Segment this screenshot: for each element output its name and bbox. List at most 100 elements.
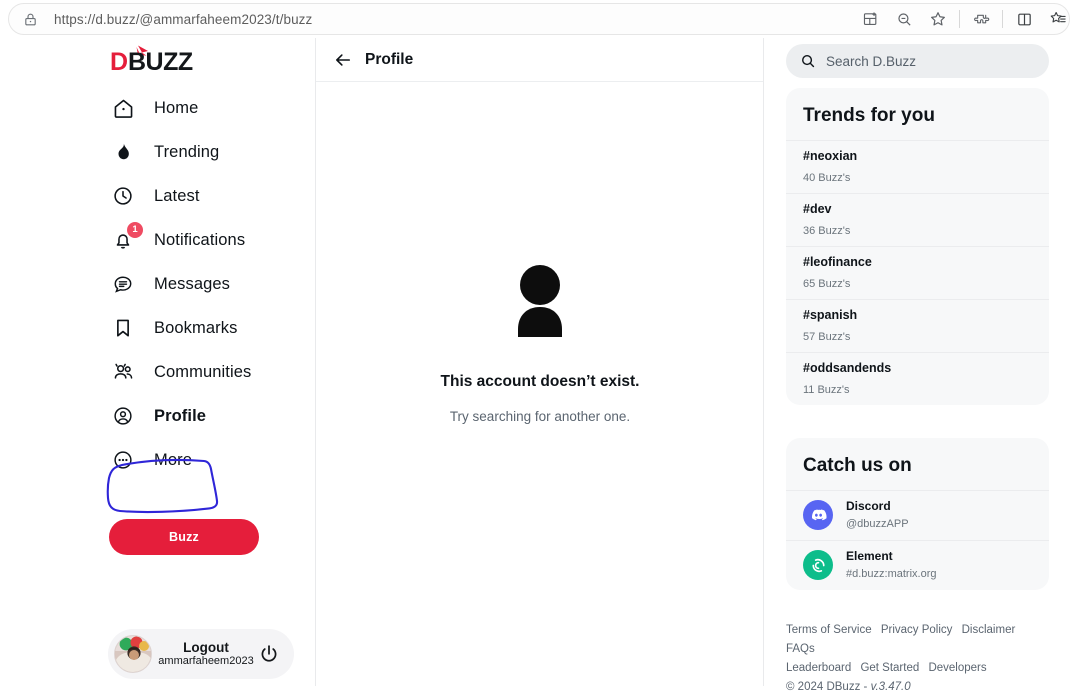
back-arrow-icon[interactable] bbox=[333, 50, 353, 70]
dbuzz-logo[interactable]: D BUZZ bbox=[110, 44, 220, 78]
trend-tag: #leofinance bbox=[803, 255, 872, 269]
sidebar-item-label: Notifications bbox=[154, 230, 246, 249]
bell-icon: 1 bbox=[110, 222, 143, 253]
favorites-list-icon[interactable] bbox=[1041, 0, 1075, 38]
bookmark-icon bbox=[110, 315, 136, 341]
social-item-element[interactable]: Element #d.buzz:matrix.org bbox=[786, 539, 1049, 590]
trend-item[interactable]: #leofinance 65 Buzz's bbox=[786, 246, 1049, 299]
trend-count: 65 Buzz's bbox=[803, 278, 851, 290]
buzz-button[interactable]: Buzz bbox=[109, 519, 259, 555]
social-handle: #d.buzz:matrix.org bbox=[846, 567, 937, 580]
element-icon bbox=[803, 550, 833, 581]
main-header: Profile bbox=[316, 38, 763, 82]
footer-link-developers[interactable]: Developers bbox=[928, 662, 986, 674]
catch-us-on-card: Catch us on Discord @dbuzzAPP Element #d… bbox=[786, 438, 1049, 590]
trend-item[interactable]: #dev 36 Buzz's bbox=[786, 193, 1049, 246]
footer-link-privacy[interactable]: Privacy Policy bbox=[881, 624, 953, 636]
toolbar-divider bbox=[959, 10, 960, 28]
sidebar-item-home[interactable]: Home bbox=[110, 86, 300, 130]
sidebar-item-label: Messages bbox=[154, 274, 231, 293]
search-placeholder: Search D.Buzz bbox=[826, 53, 917, 69]
trend-item[interactable]: #spanish 57 Buzz's bbox=[786, 299, 1049, 352]
bookmark-star-icon[interactable] bbox=[921, 0, 955, 38]
username-label: ammarfaheem2023 bbox=[158, 655, 254, 668]
footer: Terms of Service Privacy Policy Disclaim… bbox=[786, 621, 1056, 693]
message-icon bbox=[110, 271, 136, 297]
extensions-puzzle-icon[interactable] bbox=[964, 0, 998, 38]
sidebar-item-profile[interactable]: Profile bbox=[110, 394, 300, 438]
home-icon bbox=[110, 95, 136, 121]
sidebar-item-label: Communities bbox=[154, 362, 252, 381]
split-screen-add-icon[interactable] bbox=[853, 0, 887, 38]
power-icon[interactable] bbox=[258, 643, 280, 665]
footer-links-row-1: Terms of Service Privacy Policy Disclaim… bbox=[786, 621, 1056, 659]
app-page: D BUZZ Home Trending Latest 1 Notificati… bbox=[0, 38, 1083, 693]
footer-link-faqs[interactable]: FAQs bbox=[786, 643, 815, 655]
footer-link-terms[interactable]: Terms of Service bbox=[786, 624, 872, 636]
zoom-out-icon[interactable] bbox=[887, 0, 921, 38]
sidebar-item-label: Trending bbox=[154, 142, 220, 161]
sidebar-item-trending[interactable]: Trending bbox=[110, 130, 300, 174]
sidebar-item-latest[interactable]: Latest bbox=[110, 174, 300, 218]
sidebar-item-messages[interactable]: Messages bbox=[110, 262, 300, 306]
trend-count: 11 Buzz's bbox=[803, 384, 850, 396]
communities-icon bbox=[110, 359, 136, 385]
trend-tag: #spanish bbox=[803, 308, 858, 322]
logo-d-letter: D bbox=[110, 48, 128, 76]
copyright-text: © 2024 DBuzz bbox=[786, 680, 861, 693]
clock-icon bbox=[110, 183, 136, 209]
url-text: https://d.buzz/@ammarfaheem2023/t/buzz bbox=[54, 11, 313, 27]
footer-link-leaderboard[interactable]: Leaderboard bbox=[786, 662, 851, 674]
empty-state-subtitle: Try searching for another one. bbox=[449, 409, 631, 424]
social-name: Element bbox=[846, 548, 893, 563]
sidebar-item-label: Home bbox=[154, 98, 199, 117]
social-handle: @dbuzzAPP bbox=[846, 518, 909, 530]
empty-state-title: This account doesn’t exist. bbox=[440, 373, 640, 390]
social-text: Element #d.buzz:matrix.org bbox=[846, 549, 936, 582]
trend-item[interactable]: #neoxian 40 Buzz's bbox=[786, 140, 1049, 193]
trend-count: 57 Buzz's bbox=[803, 331, 851, 343]
right-sidebar: Search D.Buzz Trends for you #neoxian 40… bbox=[764, 38, 1083, 693]
trend-tag: #oddsandends bbox=[803, 361, 892, 375]
split-view-icon[interactable] bbox=[1007, 0, 1041, 38]
trend-tag: #dev bbox=[803, 202, 832, 216]
toolbar-divider-2 bbox=[1002, 10, 1003, 28]
social-item-discord[interactable]: Discord @dbuzzAPP bbox=[786, 490, 1049, 540]
main-column: Profile This account doesn’t exist. Try … bbox=[316, 38, 764, 686]
copyright: © 2024 DBuzz - v.3.47.0 bbox=[786, 681, 1056, 693]
discord-icon bbox=[803, 500, 833, 531]
browser-action-icons bbox=[853, 0, 1075, 38]
sidebar-nav: Home Trending Latest 1 Notifications Mes… bbox=[110, 86, 300, 482]
empty-state: This account doesn’t exist. Try searchin… bbox=[316, 262, 764, 424]
logout-label: Logout bbox=[183, 639, 229, 655]
user-logout-block[interactable]: Logout ammarfaheem2023 bbox=[108, 629, 294, 679]
sidebar-item-label: Latest bbox=[154, 186, 200, 205]
page-title: Profile bbox=[365, 50, 414, 68]
trends-title: Trends for you bbox=[803, 105, 935, 126]
search-input[interactable]: Search D.Buzz bbox=[786, 44, 1049, 78]
notification-badge: 1 bbox=[127, 222, 143, 238]
footer-link-get-started[interactable]: Get Started bbox=[860, 662, 919, 674]
avatar bbox=[114, 635, 152, 673]
sidebar-item-label: Profile bbox=[154, 406, 207, 425]
sidebar-item-communities[interactable]: Communities bbox=[110, 350, 300, 394]
sidebar-item-label: Bookmarks bbox=[154, 318, 238, 337]
trend-count: 40 Buzz's bbox=[803, 172, 851, 184]
catch-us-on-title: Catch us on bbox=[803, 455, 912, 476]
search-icon bbox=[800, 53, 816, 69]
social-name: Discord bbox=[846, 499, 891, 513]
browser-toolbar: https://d.buzz/@ammarfaheem2023/t/buzz bbox=[0, 0, 1083, 38]
profile-icon bbox=[110, 403, 136, 429]
copyright-separator: - bbox=[863, 680, 868, 693]
trend-tag: #neoxian bbox=[803, 149, 858, 163]
trend-item[interactable]: #oddsandends 11 Buzz's bbox=[786, 352, 1049, 405]
left-sidebar: D BUZZ Home Trending Latest 1 Notificati… bbox=[0, 38, 316, 686]
footer-link-disclaimer[interactable]: Disclaimer bbox=[962, 624, 1016, 636]
sidebar-item-notifications[interactable]: 1 Notifications bbox=[110, 218, 300, 262]
lock-icon bbox=[23, 12, 38, 27]
sidebar-item-more[interactable]: More bbox=[110, 438, 300, 482]
sidebar-item-bookmarks[interactable]: Bookmarks bbox=[110, 306, 300, 350]
user-info: Logout ammarfaheem2023 bbox=[154, 640, 258, 668]
flame-icon bbox=[110, 139, 136, 165]
app-version: v.3.47.0 bbox=[870, 680, 911, 693]
